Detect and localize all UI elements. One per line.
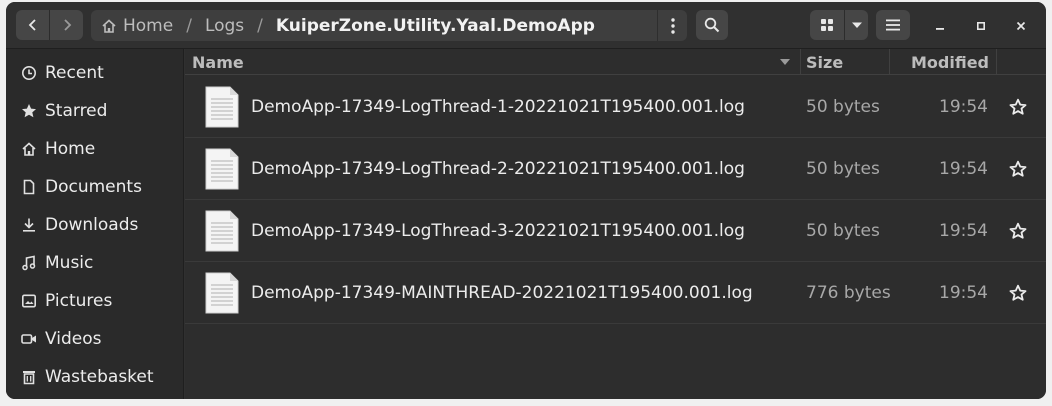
view-options-button[interactable] <box>845 10 868 40</box>
sidebar-item-label: Documents <box>45 177 142 197</box>
file-modified: 19:54 <box>939 221 988 241</box>
sidebar-item-label: Downloads <box>45 215 139 235</box>
music-icon <box>20 254 38 272</box>
sidebar-item-wastebasket[interactable]: Wastebasket <box>6 358 183 396</box>
file-modified: 19:54 <box>939 97 988 117</box>
sidebar-item-pictures[interactable]: Pictures <box>6 282 183 320</box>
folder-menu-button[interactable] <box>657 10 687 41</box>
file-row[interactable]: DemoApp-17349-LogThread-3-20221021T19540… <box>185 200 1046 262</box>
places-sidebar: Recent Starred Home Documents Downloads … <box>6 49 184 399</box>
sidebar-item-label: Starred <box>45 101 108 121</box>
search-button[interactable] <box>696 10 728 40</box>
sidebar-item-label: Wastebasket <box>45 367 154 387</box>
sidebar-item-recent[interactable]: Recent <box>6 54 183 92</box>
file-name: DemoApp-17349-LogThread-3-20221021T19540… <box>251 221 745 241</box>
clock-icon <box>20 64 38 82</box>
file-row[interactable]: DemoApp-17349-LogThread-2-20221021T19540… <box>185 138 1046 200</box>
star-toggle-icon[interactable] <box>1008 221 1028 241</box>
forward-button[interactable] <box>50 10 83 40</box>
sidebar-item-music[interactable]: Music <box>6 244 183 282</box>
file-size: 50 bytes <box>806 159 880 179</box>
column-divider <box>996 49 997 75</box>
file-list-view: Name Size Modified DemoApp-17349-LogThre… <box>185 49 1046 399</box>
file-modified: 19:54 <box>939 159 988 179</box>
column-divider <box>889 49 890 75</box>
breadcrumb-logs[interactable]: Logs <box>205 16 244 36</box>
hamburger-icon <box>886 19 900 31</box>
file-row[interactable]: DemoApp-17349-LogThread-1-20221021T19540… <box>185 76 1046 138</box>
home-icon <box>20 140 38 158</box>
grid-view-button[interactable] <box>810 10 844 40</box>
caret-down-icon <box>851 22 862 28</box>
breadcrumb-home-label: Home <box>123 15 174 36</box>
sidebar-item-home[interactable]: Home <box>6 130 183 168</box>
chevron-right-icon <box>63 19 71 31</box>
sidebar-item-label: Music <box>45 253 94 273</box>
text-file-icon <box>205 148 239 190</box>
picture-icon <box>20 292 38 310</box>
trash-icon <box>20 368 38 386</box>
home-icon <box>102 18 116 33</box>
star-toggle-icon[interactable] <box>1008 97 1028 117</box>
text-file-icon <box>205 272 239 314</box>
file-row[interactable]: DemoApp-17349-MAINTHREAD-20221021T195400… <box>185 262 1046 324</box>
text-file-icon <box>205 210 239 252</box>
maximize-icon <box>976 21 986 31</box>
sidebar-item-downloads[interactable]: Downloads <box>6 206 183 244</box>
header-bar: Home / Logs / KuiperZone.Utility.Yaal.De… <box>6 2 1046 49</box>
minimize-button[interactable] <box>928 14 952 38</box>
column-name-header[interactable]: Name <box>192 49 244 75</box>
star-toggle-icon[interactable] <box>1008 159 1028 179</box>
star-toggle-icon[interactable] <box>1008 283 1028 303</box>
main-menu-button[interactable] <box>876 10 910 40</box>
breadcrumb-separator: / <box>257 15 263 36</box>
sidebar-item-starred[interactable]: Starred <box>6 92 183 130</box>
file-modified: 19:54 <box>939 283 988 303</box>
vertical-dots-icon <box>670 17 675 34</box>
grid-icon <box>821 19 833 31</box>
maximize-button[interactable] <box>969 14 993 38</box>
minimize-icon <box>936 28 944 30</box>
download-icon <box>20 216 38 234</box>
chevron-left-icon <box>28 19 36 31</box>
file-name: DemoApp-17349-LogThread-1-20221021T19540… <box>251 97 745 117</box>
text-file-icon <box>205 86 239 128</box>
view-toggle-group <box>810 10 868 40</box>
column-size-header[interactable]: Size <box>806 49 843 75</box>
file-manager-window: Home / Logs / KuiperZone.Utility.Yaal.De… <box>6 2 1046 399</box>
column-modified-header[interactable]: Modified <box>911 49 989 75</box>
file-name: DemoApp-17349-LogThread-2-20221021T19540… <box>251 159 745 179</box>
breadcrumb-separator: / <box>186 15 192 36</box>
file-size: 50 bytes <box>806 97 880 117</box>
star-icon <box>20 102 38 120</box>
column-divider <box>800 49 801 75</box>
file-name: DemoApp-17349-MAINTHREAD-20221021T195400… <box>251 283 753 303</box>
file-size: 50 bytes <box>806 221 880 241</box>
breadcrumb-current[interactable]: KuiperZone.Utility.Yaal.DemoApp <box>276 16 595 36</box>
back-button[interactable] <box>16 10 49 40</box>
file-size: 776 bytes <box>806 283 891 303</box>
sidebar-item-documents[interactable]: Documents <box>6 168 183 206</box>
sort-descending-icon[interactable] <box>779 58 791 66</box>
close-button[interactable] <box>1009 14 1033 38</box>
sidebar-item-label: Home <box>45 139 96 159</box>
sidebar-item-label: Recent <box>45 63 104 83</box>
close-icon <box>1016 21 1026 31</box>
navigation-buttons <box>16 10 83 40</box>
sidebar-item-label: Videos <box>45 329 102 349</box>
search-icon <box>704 17 720 33</box>
path-bar: Home / Logs / KuiperZone.Utility.Yaal.De… <box>91 10 687 41</box>
sidebar-item-videos[interactable]: Videos <box>6 320 183 358</box>
document-icon <box>20 178 38 196</box>
breadcrumb-home[interactable]: Home <box>101 16 173 36</box>
video-icon <box>20 330 38 348</box>
sidebar-item-label: Pictures <box>45 291 113 311</box>
column-header: Name Size Modified <box>185 49 1046 75</box>
